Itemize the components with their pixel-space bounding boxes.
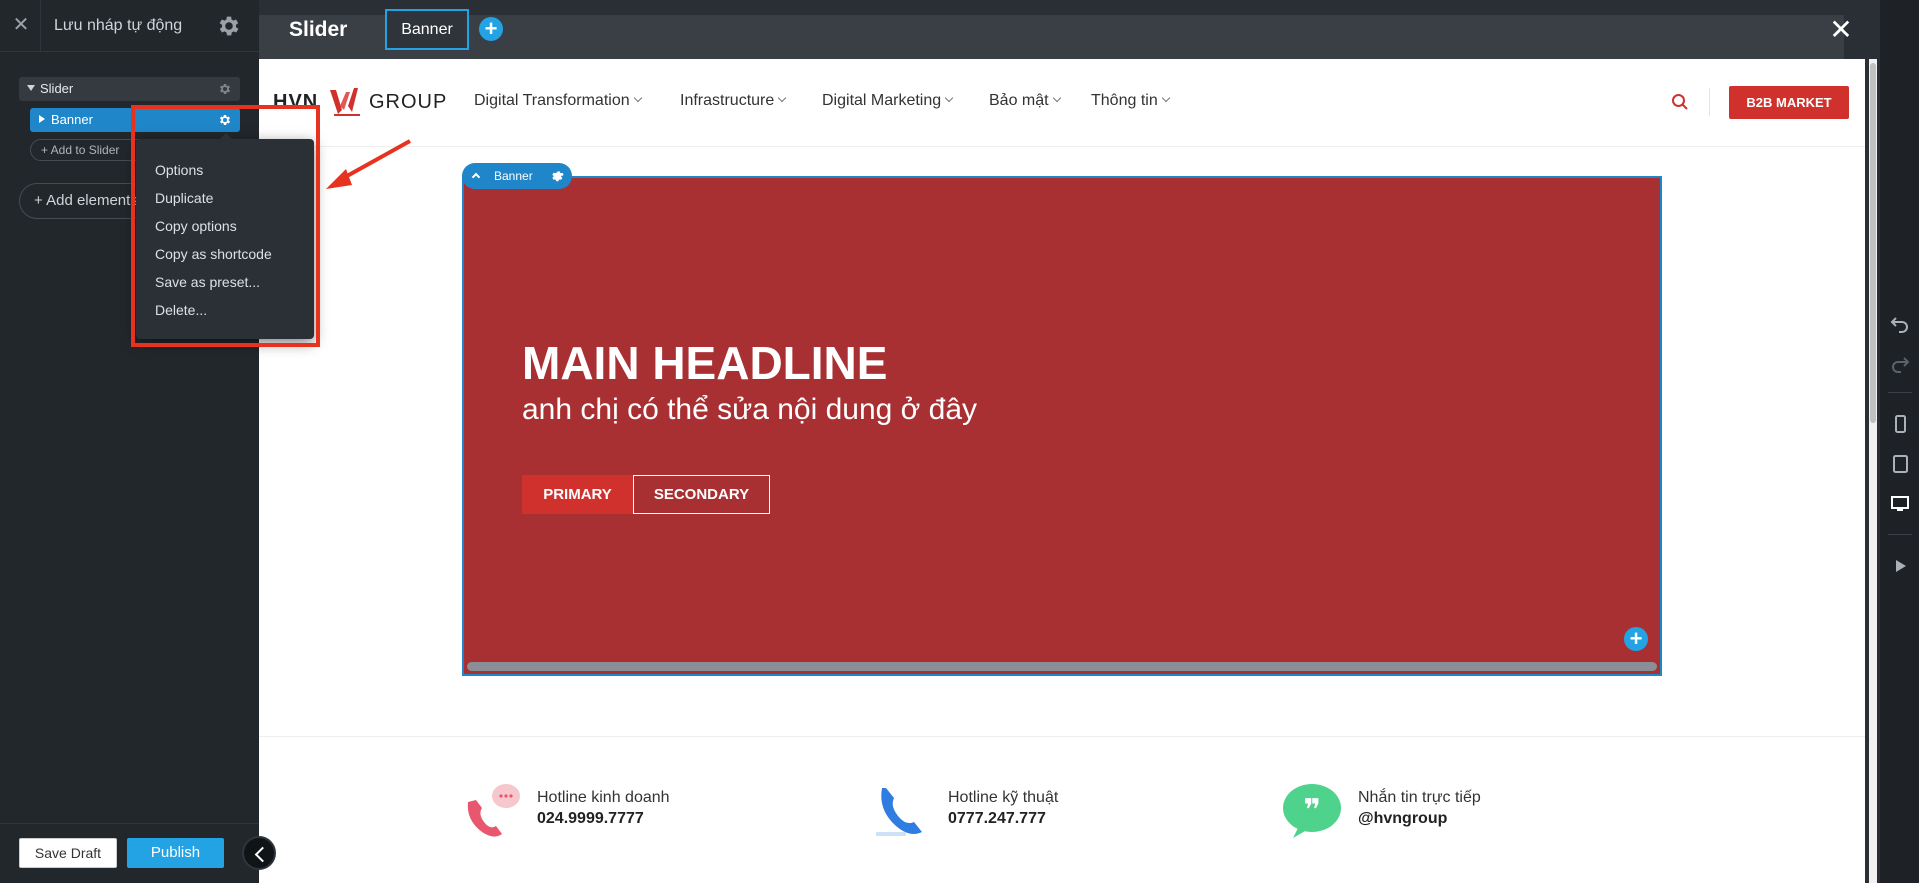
- search-icon[interactable]: [1671, 93, 1689, 111]
- header-bottom-border: [259, 146, 1865, 147]
- chevron-down-icon: [778, 93, 787, 103]
- gear-icon[interactable]: [218, 82, 232, 96]
- add-elements-button[interactable]: + Add elements: [19, 183, 149, 219]
- banner-headline[interactable]: MAIN HEADLINE: [522, 336, 887, 390]
- gear-icon[interactable]: [218, 113, 232, 127]
- toolbar-divider: [1888, 392, 1912, 393]
- save-draft-button[interactable]: Save Draft: [19, 838, 117, 868]
- nav-thong-tin[interactable]: Thông tin: [1091, 92, 1170, 110]
- tree-item-slider[interactable]: Slider: [19, 77, 240, 101]
- contact-label-tech: Hotline kỹ thuật: [948, 789, 1059, 806]
- banner-tag[interactable]: Banner: [462, 163, 572, 189]
- banner-element[interactable]: [462, 176, 1662, 676]
- nav-digital-transformation[interactable]: Digital Transformation: [474, 92, 642, 110]
- menu-item-save-preset[interactable]: Save as preset...: [155, 274, 260, 290]
- menu-item-options[interactable]: Options: [155, 162, 203, 178]
- logo-text-group: GROUP: [369, 91, 448, 113]
- close-icon[interactable]: ✕: [1829, 16, 1853, 44]
- caret-right-icon[interactable]: [39, 115, 45, 123]
- header-divider: [40, 0, 41, 52]
- menu-item-delete[interactable]: Delete...: [155, 302, 207, 318]
- phone-icon: [876, 788, 922, 836]
- svg-text:❞: ❞: [1303, 793, 1321, 828]
- play-icon[interactable]: [1890, 556, 1910, 576]
- close-icon[interactable]: ✕: [10, 14, 32, 36]
- tree-item-banner[interactable]: Banner: [30, 108, 240, 132]
- caret-down-icon[interactable]: [27, 85, 35, 91]
- nav-bao-mat[interactable]: Bảo mật: [989, 92, 1061, 110]
- contact-label-chat: Nhắn tin trực tiếp: [1358, 789, 1481, 806]
- chevron-down-icon: [1052, 93, 1061, 103]
- menu-item-duplicate[interactable]: Duplicate: [155, 190, 213, 206]
- scrollbar-thumb[interactable]: [1870, 63, 1876, 423]
- menu-item-copy-shortcode[interactable]: Copy as shortcode: [155, 246, 272, 262]
- nav-infrastructure[interactable]: Infrastructure: [680, 92, 787, 110]
- phone-chat-icon: [467, 784, 520, 837]
- contact-value-chat[interactable]: @hvngroup: [1358, 810, 1447, 828]
- nav-digital-marketing[interactable]: Digital Marketing: [822, 92, 954, 110]
- banner-subline[interactable]: anh chị có thể sửa nội dung ở đây: [522, 394, 1002, 426]
- contact-value-tech[interactable]: 0777.247.777: [948, 810, 1046, 828]
- topbar-title: Slider: [289, 18, 348, 41]
- logo-text-hvn: HVN: [273, 91, 319, 113]
- collapse-sidebar-button[interactable]: [242, 836, 276, 870]
- primary-button[interactable]: PRIMARY: [522, 475, 633, 514]
- right-toolbar: [1880, 0, 1919, 883]
- chevron-down-icon: [944, 93, 954, 103]
- b2b-market-button[interactable]: B2B MARKET: [1729, 86, 1849, 119]
- quote-chat-icon: ❞: [1283, 784, 1341, 838]
- secondary-button[interactable]: SECONDARY: [633, 475, 770, 514]
- redo-icon[interactable]: [1890, 353, 1910, 373]
- autosave-title: Lưu nháp tự động: [54, 17, 183, 34]
- desktop-icon[interactable]: [1890, 494, 1910, 514]
- chevron-down-icon: [633, 93, 642, 103]
- context-menu: Options Duplicate Copy options Copy as s…: [136, 133, 314, 339]
- toolbar-divider: [1888, 534, 1912, 535]
- tablet-icon[interactable]: [1890, 454, 1910, 474]
- menu-item-copy-options[interactable]: Copy options: [155, 218, 237, 234]
- section-divider: [259, 736, 1865, 737]
- gear-icon[interactable]: [550, 169, 564, 183]
- undo-icon[interactable]: [1890, 313, 1910, 333]
- header-divider: [1709, 88, 1710, 116]
- mobile-icon[interactable]: [1890, 414, 1910, 434]
- contact-value-sales[interactable]: 024.9999.7777: [537, 810, 644, 828]
- page-scrollbar[interactable]: [1869, 59, 1877, 883]
- annotation-arrow: [326, 139, 411, 189]
- logo-icon: [330, 88, 360, 116]
- chevron-up-icon[interactable]: [471, 172, 481, 182]
- banner-scrollbar[interactable]: [467, 662, 1657, 671]
- add-slide-button[interactable]: +: [479, 17, 503, 41]
- publish-button[interactable]: Publish: [127, 838, 224, 868]
- add-element-icon[interactable]: +: [1624, 627, 1648, 651]
- gear-icon[interactable]: [216, 13, 242, 39]
- contact-label-sales: Hotline kinh doanh: [537, 789, 670, 806]
- chevron-down-icon: [1161, 93, 1170, 103]
- tab-banner[interactable]: Banner: [385, 9, 469, 50]
